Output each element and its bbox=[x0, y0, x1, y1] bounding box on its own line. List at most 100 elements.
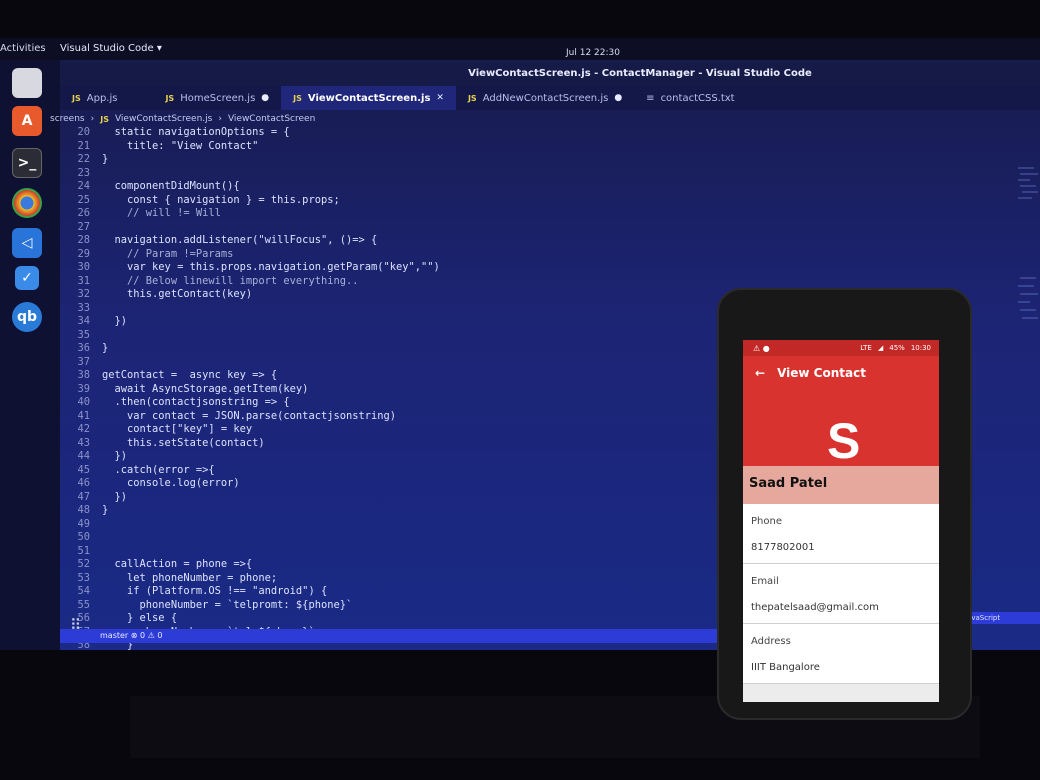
code-line[interactable]: const { navigation } = this.props; bbox=[102, 194, 340, 208]
code-line[interactable]: }) bbox=[102, 491, 128, 505]
code-line[interactable]: title: "View Contact" bbox=[102, 140, 258, 154]
code-line[interactable]: // will != Will bbox=[102, 207, 221, 221]
unsaved-dot-icon[interactable]: ● bbox=[614, 93, 622, 103]
line-number: 30 bbox=[77, 261, 90, 273]
phone-label: Phone bbox=[751, 516, 782, 527]
code-line[interactable]: } bbox=[102, 153, 108, 167]
code-line[interactable]: phoneNumber = `telpromt: ${phone}` bbox=[102, 599, 353, 613]
line-number: 55 bbox=[77, 598, 90, 611]
vscode-icon[interactable]: ◁ bbox=[12, 228, 42, 258]
tab-label: ViewContactScreen.js bbox=[307, 92, 431, 104]
email-label: Email bbox=[751, 576, 779, 587]
code-line[interactable]: this.setState(contact) bbox=[102, 437, 265, 451]
js-file-icon: JS bbox=[467, 93, 477, 103]
line-number: 47 bbox=[77, 490, 90, 503]
line-number: 43 bbox=[77, 436, 90, 449]
line-number: 54 bbox=[77, 585, 90, 597]
todo-icon[interactable]: ✓ bbox=[15, 266, 39, 290]
signal-icon: ◢ bbox=[877, 344, 884, 352]
unsaved-dot-icon[interactable]: ● bbox=[261, 93, 269, 103]
code-line[interactable]: let phoneNumber = phone; bbox=[102, 572, 277, 586]
line-number: 45 bbox=[77, 463, 90, 476]
app-menu[interactable]: Visual Studio Code ▾ bbox=[60, 43, 162, 54]
avatar-letter: S bbox=[827, 413, 861, 469]
line-number: 32 bbox=[77, 288, 90, 300]
line-number: 51 bbox=[77, 544, 90, 557]
back-arrow-icon[interactable]: ← bbox=[755, 366, 765, 380]
tab-contactcss-txt[interactable]: ≡ contactCSS.txt bbox=[634, 86, 746, 110]
code-line[interactable]: navigation.addListener("willFocus", ()=>… bbox=[102, 234, 378, 248]
breadcrumb-file[interactable]: ViewContactScreen.js bbox=[115, 114, 212, 124]
line-number: 22 bbox=[77, 153, 90, 165]
network-type: LTE bbox=[860, 344, 872, 352]
line-number: 24 bbox=[77, 180, 90, 192]
line-number: 28 bbox=[77, 234, 90, 246]
android-phone: ⚠ ● LTE ◢ 45% 10:30 ← View Contact S Saa… bbox=[717, 288, 972, 720]
js-file-icon: JS bbox=[293, 93, 302, 103]
code-line[interactable]: } bbox=[102, 504, 108, 518]
address-value: IIIT Bangalore bbox=[751, 662, 820, 673]
chevron-right-icon: › bbox=[90, 114, 95, 124]
code-line[interactable]: console.log(error) bbox=[102, 477, 240, 491]
screen-title: View Contact bbox=[777, 366, 866, 380]
code-line[interactable]: componentDidMount(){ bbox=[102, 180, 240, 194]
contact-header: S bbox=[743, 390, 939, 469]
email-value: thepatelsaad@gmail.com bbox=[751, 602, 879, 613]
code-line[interactable]: // Below linewill import everything.. bbox=[102, 275, 358, 289]
code-line[interactable]: contact["key"] = key bbox=[102, 423, 252, 437]
tab-app-js[interactable]: JS App.js bbox=[60, 86, 129, 110]
code-line[interactable]: } else { bbox=[102, 612, 177, 626]
line-number: 35 bbox=[77, 328, 90, 341]
line-number: 34 bbox=[77, 315, 90, 327]
line-number: 41 bbox=[77, 409, 90, 422]
address-section[interactable]: Address IIIT Bangalore bbox=[743, 624, 939, 684]
code-line[interactable]: this.getContact(key) bbox=[102, 288, 252, 302]
code-line[interactable]: var key = this.props.navigation.getParam… bbox=[102, 261, 440, 275]
terminal-icon[interactable]: >_ bbox=[12, 148, 42, 178]
phone-value: 8177802001 bbox=[751, 542, 815, 553]
activities-button[interactable]: Activities bbox=[0, 43, 46, 54]
status-bar: master ⊗ 0 ⚠ 0 bbox=[60, 629, 720, 643]
line-number: 29 bbox=[77, 247, 90, 260]
line-number: 37 bbox=[77, 355, 90, 368]
code-line[interactable]: var contact = JSON.parse(contactjsonstri… bbox=[102, 410, 396, 424]
git-branch-status[interactable]: master ⊗ 0 ⚠ 0 bbox=[100, 631, 162, 640]
line-number: 48 bbox=[77, 504, 90, 516]
close-tab-icon[interactable]: ✕ bbox=[436, 93, 444, 103]
line-number: 38 bbox=[77, 369, 90, 381]
files-icon[interactable] bbox=[12, 68, 42, 98]
window-title: ViewContactScreen.js - ContactManager - … bbox=[468, 68, 812, 79]
code-line[interactable]: callAction = phone =>{ bbox=[102, 558, 253, 572]
breadcrumb-symbol[interactable]: ViewContactScreen bbox=[228, 114, 315, 124]
phone-section[interactable]: Phone 8177802001 bbox=[743, 504, 939, 564]
code-line[interactable]: .catch(error =>{ bbox=[102, 464, 215, 478]
code-line[interactable]: .then(contactjsonstring => { bbox=[102, 396, 290, 410]
code-editor[interactable]: 20 static navigationOptions = {21 title:… bbox=[60, 126, 720, 650]
code-line[interactable]: // Param !=Params bbox=[102, 248, 233, 262]
android-status-bar: ⚠ ● LTE ◢ 45% 10:30 bbox=[743, 340, 939, 356]
code-line[interactable]: await AsyncStorage.getItem(key) bbox=[102, 383, 309, 397]
tab-addnewcontactscreen-js[interactable]: JS AddNewContactScreen.js ● bbox=[456, 86, 634, 110]
email-section[interactable]: Email thepatelsaad@gmail.com bbox=[743, 564, 939, 624]
code-line[interactable]: getContact = async key => { bbox=[102, 369, 277, 383]
code-line[interactable]: }) bbox=[102, 450, 128, 464]
phone-screen: ⚠ ● LTE ◢ 45% 10:30 ← View Contact S Saa… bbox=[743, 340, 939, 702]
tab-viewcontactscreen-js[interactable]: JS ViewContactScreen.js ✕ bbox=[281, 86, 456, 110]
minimap[interactable] bbox=[1016, 158, 1040, 628]
code-line[interactable]: if (Platform.OS !== "android") { bbox=[102, 585, 327, 599]
tab-label: App.js bbox=[86, 92, 118, 104]
code-line[interactable]: static navigationOptions = { bbox=[102, 126, 290, 140]
clock[interactable]: Jul 12 22:30 bbox=[566, 48, 620, 58]
qbittorrent-icon[interactable]: qb bbox=[12, 302, 42, 332]
line-number: 27 bbox=[77, 220, 90, 233]
address-label: Address bbox=[751, 636, 791, 647]
breadcrumb-folder[interactable]: screens bbox=[50, 114, 85, 124]
code-line[interactable]: }) bbox=[102, 315, 128, 329]
line-number: 50 bbox=[77, 531, 90, 543]
chrome-icon[interactable] bbox=[12, 188, 42, 218]
tab-homescreen-js[interactable]: JS HomeScreen.js ● bbox=[129, 86, 281, 110]
software-center-icon[interactable]: A bbox=[12, 106, 42, 136]
notification-icons: ⚠ ● bbox=[753, 343, 770, 353]
line-number: 31 bbox=[77, 274, 90, 287]
code-line[interactable]: } bbox=[102, 342, 108, 356]
